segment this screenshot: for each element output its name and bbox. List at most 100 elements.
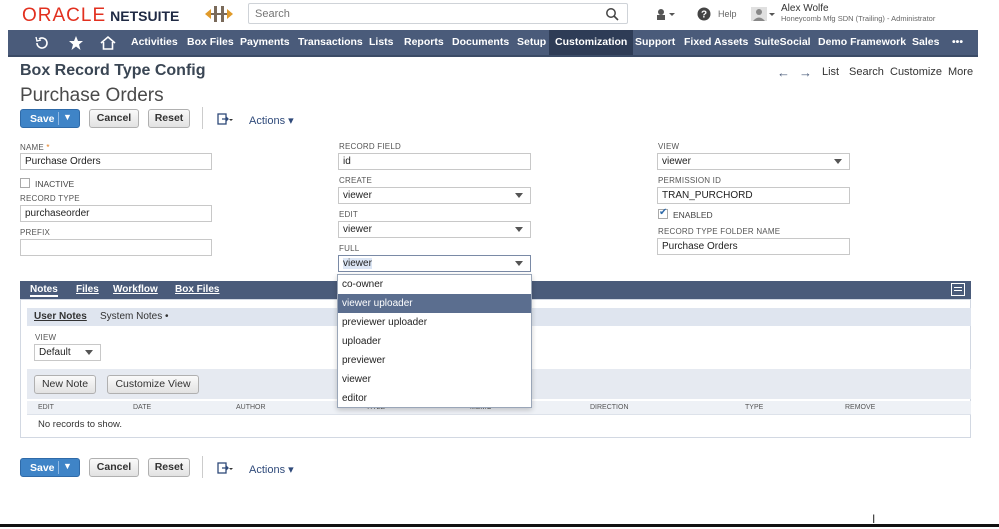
divider (58, 461, 59, 474)
dropdown-option-co-owner[interactable]: co-owner (338, 275, 531, 294)
col-type[interactable]: TYPE (745, 404, 763, 411)
reset-button[interactable]: Reset (148, 109, 190, 128)
search-input[interactable] (249, 4, 589, 23)
notes-view-label: VIEW (35, 333, 57, 342)
full-label: FULL (339, 244, 360, 253)
record-type-field[interactable]: purchaseorder (20, 205, 212, 222)
save-button-label: Save (30, 113, 55, 125)
user-role[interactable]: Honeycomb Mfg SDN (Trailing) - Administr… (781, 14, 935, 23)
prefix-field[interactable] (20, 239, 212, 256)
nav-demo-framework[interactable]: Demo Framework (818, 30, 906, 55)
full-select-dropdown: co-owner viewer uploader previewer uploa… (337, 274, 532, 408)
save-button-label: Save (30, 462, 55, 474)
nav-payments[interactable]: Payments (240, 30, 290, 55)
tab-user-notes[interactable]: User Notes (34, 311, 87, 322)
print-export-icon[interactable] (216, 460, 234, 476)
dropdown-option-previewer[interactable]: previewer (338, 351, 531, 370)
inactive-checkbox[interactable] (20, 178, 30, 188)
divider (202, 456, 203, 478)
cancel-button[interactable]: Cancel (89, 109, 139, 128)
chevron-down-icon[interactable] (85, 350, 93, 355)
oracle-netsuite-logo[interactable]: ORACLE NETSUITE (22, 5, 179, 27)
tab-box-files[interactable]: Box Files (175, 284, 219, 295)
user-name[interactable]: Alex Wolfe (781, 3, 829, 14)
back-arrow-icon[interactable]: ← (777, 65, 790, 80)
nav-transactions[interactable]: Transactions (298, 30, 363, 55)
dropdown-option-uploader[interactable]: uploader (338, 332, 531, 351)
save-button[interactable]: Save ▼ (20, 109, 80, 128)
create-select[interactable]: viewer (338, 187, 531, 204)
save-button-bottom[interactable]: Save ▼ (20, 458, 80, 477)
actions-menu[interactable]: Actions ▾ (249, 114, 294, 127)
bottom-border (0, 524, 999, 527)
record-type-label: RECORD TYPE (20, 194, 80, 203)
inactive-label: INACTIVE (35, 179, 75, 189)
dropdown-option-viewer[interactable]: viewer (338, 370, 531, 389)
tab-workflow[interactable]: Workflow (113, 284, 158, 295)
divider (202, 107, 203, 129)
col-direction[interactable]: DIRECTION (590, 404, 629, 411)
nav-lists[interactable]: Lists (369, 30, 394, 55)
nav-suitesocial[interactable]: SuiteSocial (754, 30, 811, 55)
customize-view-button[interactable]: Customize View (107, 375, 199, 394)
record-field-input[interactable]: id (338, 153, 531, 170)
cancel-button-bottom[interactable]: Cancel (89, 458, 139, 477)
tab-files[interactable]: Files (76, 284, 99, 295)
nav-reports[interactable]: Reports (404, 30, 444, 55)
favorites-star-icon[interactable] (68, 35, 84, 51)
chevron-down-icon[interactable] (515, 261, 523, 266)
chevron-down-icon[interactable] (515, 227, 523, 232)
more-link[interactable]: More (948, 66, 973, 78)
chevron-down-icon[interactable] (834, 159, 842, 164)
folder-name-field[interactable]: Purchase Orders (657, 238, 850, 255)
tab-notes[interactable]: Notes (30, 284, 58, 297)
search-icon[interactable] (605, 7, 619, 21)
col-remove[interactable]: REMOVE (845, 404, 875, 411)
reset-button-bottom[interactable]: Reset (148, 458, 190, 477)
edit-select[interactable]: viewer (338, 221, 531, 238)
save-dropdown-icon[interactable]: ▼ (63, 461, 72, 471)
permission-id-field[interactable]: TRAN_PURCHORD (657, 187, 850, 204)
dropdown-option-viewer-uploader[interactable]: viewer uploader (338, 294, 531, 313)
nav-fixed-assets[interactable]: Fixed Assets (684, 30, 748, 55)
notes-view-select[interactable]: Default (34, 344, 101, 361)
tab-system-notes[interactable]: System Notes • (100, 311, 169, 322)
global-search[interactable] (248, 3, 628, 24)
print-export-icon[interactable] (216, 111, 234, 127)
nav-documents[interactable]: Documents (452, 30, 509, 55)
col-edit[interactable]: EDIT (38, 404, 54, 411)
company-logo-icon[interactable] (203, 4, 235, 24)
forward-arrow-icon[interactable]: → (799, 65, 812, 80)
full-select[interactable]: viewer (338, 255, 531, 272)
recent-records-icon[interactable] (34, 35, 50, 51)
subtab-menu-icon[interactable] (951, 283, 965, 296)
col-author[interactable]: AUTHOR (236, 404, 266, 411)
col-date[interactable]: DATE (133, 404, 151, 411)
prefix-label: PREFIX (20, 228, 51, 237)
dropdown-option-previewer-uploader[interactable]: previewer uploader (338, 313, 531, 332)
nav-activities[interactable]: Activities (131, 30, 178, 55)
dropdown-option-editor[interactable]: editor (338, 389, 531, 408)
help-link[interactable]: Help (718, 9, 737, 19)
user-avatar-icon[interactable] (750, 6, 776, 22)
svg-text:?: ? (701, 10, 707, 21)
home-icon[interactable] (100, 35, 116, 51)
nav-support[interactable]: Support (635, 30, 675, 55)
nav-box-files[interactable]: Box Files (187, 30, 234, 55)
save-dropdown-icon[interactable]: ▼ (63, 112, 72, 122)
create-new-icon[interactable] (654, 6, 676, 22)
help-icon[interactable]: ? (697, 6, 711, 22)
new-note-button[interactable]: New Note (34, 375, 96, 394)
chevron-down-icon[interactable] (515, 193, 523, 198)
name-field[interactable]: Purchase Orders (20, 153, 212, 170)
nav-more[interactable]: ••• (952, 30, 963, 55)
actions-menu-bottom[interactable]: Actions ▾ (249, 463, 294, 476)
nav-setup[interactable]: Setup (517, 30, 546, 55)
customize-link[interactable]: Customize (890, 66, 942, 78)
nav-sales[interactable]: Sales (912, 30, 939, 55)
list-link[interactable]: List (822, 66, 839, 78)
nav-customization[interactable]: Customization (549, 30, 634, 55)
search-link[interactable]: Search (849, 66, 884, 78)
view-select[interactable]: viewer (657, 153, 850, 170)
enabled-checkbox[interactable] (658, 207, 668, 219)
